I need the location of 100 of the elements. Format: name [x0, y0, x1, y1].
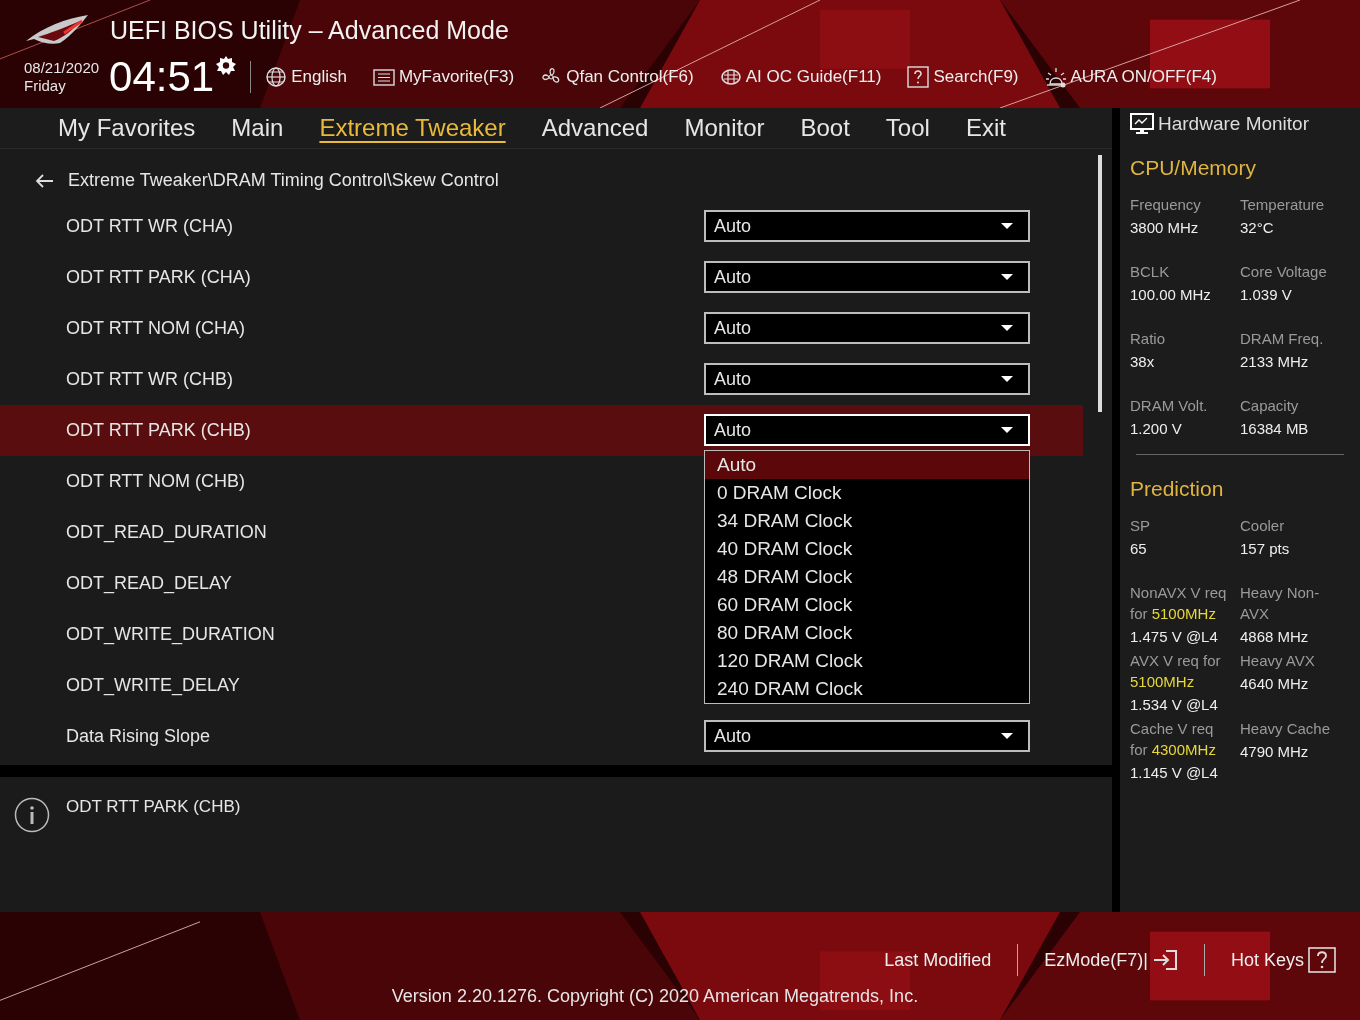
metric-value: 3800 MHz [1130, 218, 1200, 238]
toolbar-button[interactable]: MyFavorite(F3) [372, 66, 515, 88]
dropdown-value: Auto [714, 317, 752, 339]
dropdown-option[interactable]: 240 DRAM Clock [705, 675, 1029, 704]
section-title: Prediction [1130, 477, 1225, 501]
metric-value: 1.145 V @L4 [1130, 763, 1219, 783]
question-icon [907, 66, 930, 88]
caret-icon [1000, 426, 1014, 435]
setting-label[interactable]: ODT RTT WR (CHB) [66, 368, 233, 390]
footer-button[interactable]: EzMode(F7)| [1038, 949, 1184, 971]
back-arrow-icon [34, 172, 54, 189]
breadcrumb-text: Extreme Tweaker\DRAM Timing Control\Skew Control [68, 170, 499, 192]
dropdown-value: Auto [714, 266, 752, 288]
metric-label: Heavy Non-AVX [1240, 583, 1321, 624]
menu-tab[interactable]: My Favorites [40, 111, 214, 144]
menu-tab[interactable]: Monitor [666, 111, 783, 144]
caret-icon [1000, 324, 1014, 333]
dropdown-option[interactable]: 80 DRAM Clock [705, 619, 1029, 648]
toolbar-button[interactable]: AI OC Guide(F11) [719, 66, 882, 88]
metric-label: Temperature [1240, 195, 1326, 215]
dropdown-option[interactable]: 60 DRAM Clock [705, 591, 1029, 620]
light-icon [1044, 66, 1067, 88]
dropdown-value: Auto [714, 725, 752, 747]
menu-tab[interactable]: Main [213, 111, 302, 144]
dropdown-option[interactable]: 34 DRAM Clock [705, 507, 1029, 536]
metric-value: 1.534 V @L4 [1130, 695, 1219, 715]
menu-tab[interactable]: Tool [867, 111, 948, 144]
chip-icon [719, 66, 742, 88]
caret-icon [1000, 273, 1014, 282]
dropdown-value: Auto [714, 368, 752, 390]
menu-tab[interactable]: Advanced [523, 111, 667, 144]
metric-label: Cache V req for 4300MHz [1130, 719, 1217, 760]
metric-label: NonAVX V req for 5100MHz [1130, 583, 1228, 624]
caret-icon [1000, 222, 1014, 231]
setting-label: ODT RTT PARK (CHB) [66, 419, 251, 441]
footer-button[interactable]: Last Modified [878, 949, 998, 971]
caret-icon [1000, 732, 1014, 741]
metric-label: Frequency [1130, 195, 1202, 215]
dropdown-option[interactable]: 120 DRAM Clock [705, 647, 1029, 676]
metric-value: 65 [1130, 539, 1148, 559]
menu-tab[interactable]: Exit [947, 111, 1024, 144]
metric-label: Core Voltage [1240, 262, 1328, 282]
toolbar-button[interactable]: Qfan Control(F6) [540, 66, 694, 88]
metric-label: AVX V req for 5100MHz [1130, 651, 1222, 692]
date-text: 08/21/2020 [24, 59, 100, 77]
question-icon [1308, 947, 1336, 973]
dropdown-field[interactable]: Auto [704, 210, 1030, 243]
dropdown-field[interactable]: Auto [704, 261, 1030, 294]
metric-label: DRAM Volt. [1130, 396, 1209, 416]
metric-label: Capacity [1240, 396, 1300, 416]
dropdown-field[interactable]: Auto [704, 720, 1030, 753]
dropdown-option[interactable]: 40 DRAM Clock [705, 535, 1029, 564]
toolbar-button[interactable]: English [265, 66, 347, 88]
metric-value: 38x [1130, 352, 1156, 372]
setting-label[interactable]: ODT_WRITE_DELAY [66, 674, 240, 696]
footer-button[interactable]: Hot Keys [1224, 947, 1342, 973]
panel-title: Hardware Monitor [1158, 113, 1309, 135]
setting-label[interactable]: ODT RTT NOM (CHB) [66, 470, 245, 492]
dropdown-option[interactable]: Auto [705, 451, 1029, 480]
setting-label[interactable]: Data Rising Slope [66, 725, 211, 747]
metric-value: 32°C [1240, 218, 1275, 238]
menu-tab[interactable]: Boot [782, 111, 868, 144]
toolbar-button[interactable]: Search(F9) [907, 66, 1019, 88]
metric-value: 2133 MHz [1240, 352, 1310, 372]
day-text: Friday [24, 77, 67, 95]
metric-value: 1.475 V @L4 [1130, 627, 1219, 647]
metric-label: BCLK [1130, 262, 1171, 282]
metric-value: 1.039 V [1240, 285, 1293, 305]
metric-label: SP [1130, 516, 1151, 536]
list-icon [372, 66, 395, 88]
metric-label: Cooler [1240, 516, 1286, 536]
setting-label[interactable]: ODT_WRITE_DURATION [66, 623, 275, 645]
menu-tab[interactable]: Extreme Tweaker [301, 111, 524, 144]
setting-label[interactable]: ODT_READ_DURATION [66, 521, 267, 543]
dropdown-option[interactable]: 0 DRAM Clock [705, 479, 1029, 508]
toolbar-button[interactable]: AURA ON/OFF(F4) [1044, 66, 1217, 88]
logo-icon [24, 13, 90, 47]
setting-label[interactable]: ODT RTT WR (CHA) [66, 215, 233, 237]
dropdown-value: Auto [714, 215, 752, 237]
metric-label: Heavy Cache [1240, 719, 1332, 739]
dropdown-field[interactable]: Auto [704, 312, 1030, 345]
setting-label[interactable]: ODT RTT PARK (CHA) [66, 266, 251, 288]
metric-value: 1.200 V [1130, 419, 1183, 439]
scrollbar-thumb[interactable] [1098, 154, 1102, 412]
dropdown-option[interactable]: 48 DRAM Clock [705, 563, 1029, 592]
help-text: ODT RTT PARK (CHB) [66, 797, 241, 818]
monitor-icon [1130, 112, 1154, 136]
setting-label[interactable]: ODT RTT NOM (CHA) [66, 317, 245, 339]
dropdown-value: Auto [714, 419, 752, 441]
metric-value: 100.00 MHz [1130, 285, 1212, 305]
metric-value: 157 pts [1240, 539, 1291, 559]
info-icon [14, 797, 50, 834]
dropdown-field[interactable]: Auto [704, 363, 1030, 396]
clock-text: 04:51 [109, 53, 215, 101]
caret-icon [1000, 375, 1014, 384]
section-title: CPU/Memory [1130, 156, 1257, 180]
settings-icon [214, 54, 239, 78]
globe-icon [265, 66, 288, 88]
version-text: Version 2.20.1276. Copyright (C) 2020 American Megatrends, Inc. [390, 986, 920, 1007]
setting-label[interactable]: ODT_READ_DELAY [66, 572, 232, 594]
